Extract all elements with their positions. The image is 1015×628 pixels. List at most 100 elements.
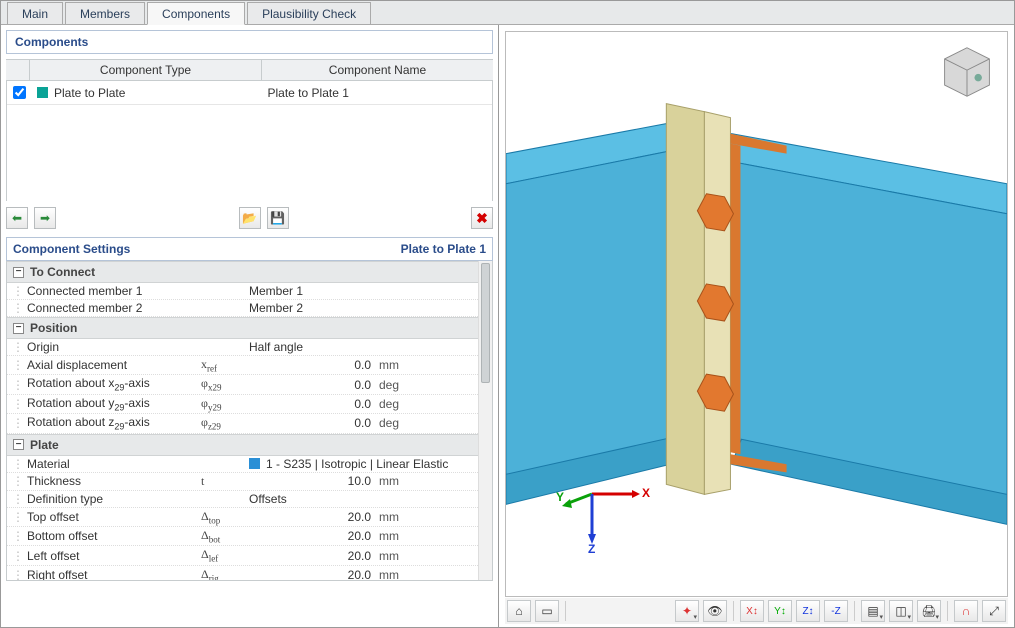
save-button[interactable]: 💾 — [267, 207, 289, 229]
prop-row[interactable]: ⋮ Connected member 1 Member 1 — [7, 283, 492, 300]
components-grid[interactable]: Plate to Plate Plate to Plate 1 — [6, 81, 493, 201]
viewport-toolbar: ⌂ ▭ ✦▾ 👁 X↕ Y↕ Z↕ -Z ▤▾ ◫▾ 🖨▾ ∩ ⤢ — [505, 598, 1008, 624]
prop-label: Origin — [25, 340, 201, 354]
prop-symbol: φy29 — [201, 396, 249, 412]
vt-axis-button[interactable]: ✦▾ — [675, 600, 699, 622]
vt-expand-button[interactable]: ⤢ — [982, 600, 1006, 622]
prop-label: Thickness — [25, 474, 201, 488]
tab-components[interactable]: Components — [147, 2, 245, 25]
vt-view-neg-z-button[interactable]: -Z — [824, 600, 848, 622]
move-right-button[interactable]: ➡ — [34, 207, 56, 229]
delete-button[interactable]: ✖ — [471, 207, 493, 229]
prop-value[interactable]: 20.0 — [249, 568, 379, 581]
x-view-icon: X↕ — [746, 606, 758, 617]
row-name: Plate to Plate 1 — [262, 84, 493, 102]
prop-label: Top offset — [25, 510, 201, 524]
prop-symbol: t — [201, 474, 249, 489]
prop-unit: mm — [379, 568, 419, 581]
components-grid-header: Component Type Component Name — [6, 59, 493, 81]
col-name: Component Name — [262, 60, 493, 80]
prop-label: Bottom offset — [25, 529, 201, 543]
group-to-connect[interactable]: − To Connect — [7, 261, 492, 283]
prop-symbol: Δlef — [201, 547, 249, 563]
scrollbar[interactable] — [478, 261, 492, 580]
prop-value[interactable]: Member 2 — [249, 301, 492, 315]
prop-row[interactable]: ⋮ Connected member 2 Member 2 — [7, 300, 492, 317]
prop-value[interactable]: Member 1 — [249, 284, 492, 298]
tab-bar: Main Members Components Plausibility Che… — [1, 1, 1014, 25]
group-plate[interactable]: − Plate — [7, 434, 492, 456]
prop-value[interactable]: Half angle — [249, 340, 492, 354]
table-row[interactable]: Plate to Plate Plate to Plate 1 — [7, 81, 492, 105]
group-position[interactable]: − Position — [7, 317, 492, 339]
prop-label: Axial displacement — [25, 358, 201, 372]
settings-header: Component Settings Plate to Plate 1 — [6, 237, 493, 261]
prop-value[interactable]: 20.0 — [249, 510, 379, 524]
prop-unit: mm — [379, 529, 419, 543]
axis-icon: ✦ — [682, 604, 692, 618]
vt-view-x-button[interactable]: X↕ — [740, 600, 764, 622]
prop-value[interactable]: 0.0 — [249, 358, 379, 372]
axis-z-label: Z — [588, 542, 595, 556]
prop-label: Rotation about z29-axis — [25, 415, 201, 431]
collapse-icon[interactable]: − — [13, 267, 24, 278]
row-checkbox[interactable] — [13, 86, 26, 99]
arrow-left-icon: ⬅ — [12, 211, 22, 225]
prop-symbol: xref — [201, 357, 249, 373]
components-panel-title: Components — [6, 30, 493, 54]
material-swatch-icon — [249, 458, 260, 469]
close-icon: ✖ — [476, 210, 488, 227]
move-left-button[interactable]: ⬅ — [6, 207, 28, 229]
prop-unit: mm — [379, 549, 419, 563]
y-view-icon: Y↕ — [774, 606, 786, 617]
tab-plausibility[interactable]: Plausibility Check — [247, 2, 371, 24]
tab-main[interactable]: Main — [7, 2, 63, 24]
prop-value[interactable]: 0.0 — [249, 378, 379, 392]
vt-print-button[interactable]: 🖨▾ — [917, 600, 941, 622]
prop-label: Material — [25, 457, 201, 471]
vt-eye-button[interactable]: 👁 — [703, 600, 727, 622]
property-grid[interactable]: − To Connect ⋮ Connected member 1 Member… — [6, 261, 493, 581]
vt-shade-button[interactable]: ▤▾ — [861, 600, 885, 622]
eye-icon: 👁 — [707, 604, 722, 618]
prop-value[interactable]: 0.0 — [249, 416, 379, 430]
view-cube[interactable] — [939, 44, 995, 100]
settings-subtitle: Plate to Plate 1 — [401, 242, 486, 256]
prop-value[interactable]: 20.0 — [249, 549, 379, 563]
prop-unit: deg — [379, 416, 419, 430]
prop-value[interactable]: 20.0 — [249, 529, 379, 543]
scroll-thumb[interactable] — [481, 263, 490, 383]
axis-y-label: Y — [556, 490, 564, 504]
left-panel: Components Component Type Component Name… — [1, 25, 499, 627]
collapse-icon[interactable]: − — [13, 439, 24, 450]
vt-magnet-button[interactable]: ∩ — [954, 600, 978, 622]
group-label: Position — [30, 321, 77, 335]
prop-symbol: φz29 — [201, 415, 249, 431]
tab-members[interactable]: Members — [65, 2, 145, 24]
vt-select-button[interactable]: ▭ — [535, 600, 559, 622]
vt-view-z-button[interactable]: Z↕ — [796, 600, 820, 622]
row-type: Plate to Plate — [54, 86, 125, 100]
vt-box-button[interactable]: ◫▾ — [889, 600, 913, 622]
magnet-icon: ∩ — [962, 604, 971, 618]
prop-unit: deg — [379, 397, 419, 411]
cube-icon: ◫ — [895, 604, 906, 618]
prop-value[interactable]: 1 - S235 | Isotropic | Linear Elastic — [249, 457, 492, 471]
prop-value[interactable]: Offsets — [249, 492, 492, 506]
prop-symbol: Δbot — [201, 528, 249, 544]
folder-open-icon: 📂 — [242, 211, 257, 225]
print-icon: 🖨 — [921, 604, 936, 618]
arrow-right-icon: ➡ — [40, 211, 50, 225]
axis-x-label: X — [642, 486, 650, 500]
prop-value[interactable]: 10.0 — [249, 474, 379, 488]
prop-unit: mm — [379, 358, 419, 372]
3d-viewport[interactable]: X Y Z — [505, 31, 1008, 597]
prop-symbol: φx29 — [201, 376, 249, 392]
open-button[interactable]: 📂 — [239, 207, 261, 229]
prop-unit: mm — [379, 474, 419, 488]
collapse-icon[interactable]: − — [13, 323, 24, 334]
prop-value[interactable]: 0.0 — [249, 397, 379, 411]
vt-home-button[interactable]: ⌂ — [507, 600, 531, 622]
vt-view-y-button[interactable]: Y↕ — [768, 600, 792, 622]
prop-symbol: Δrig — [201, 567, 249, 581]
